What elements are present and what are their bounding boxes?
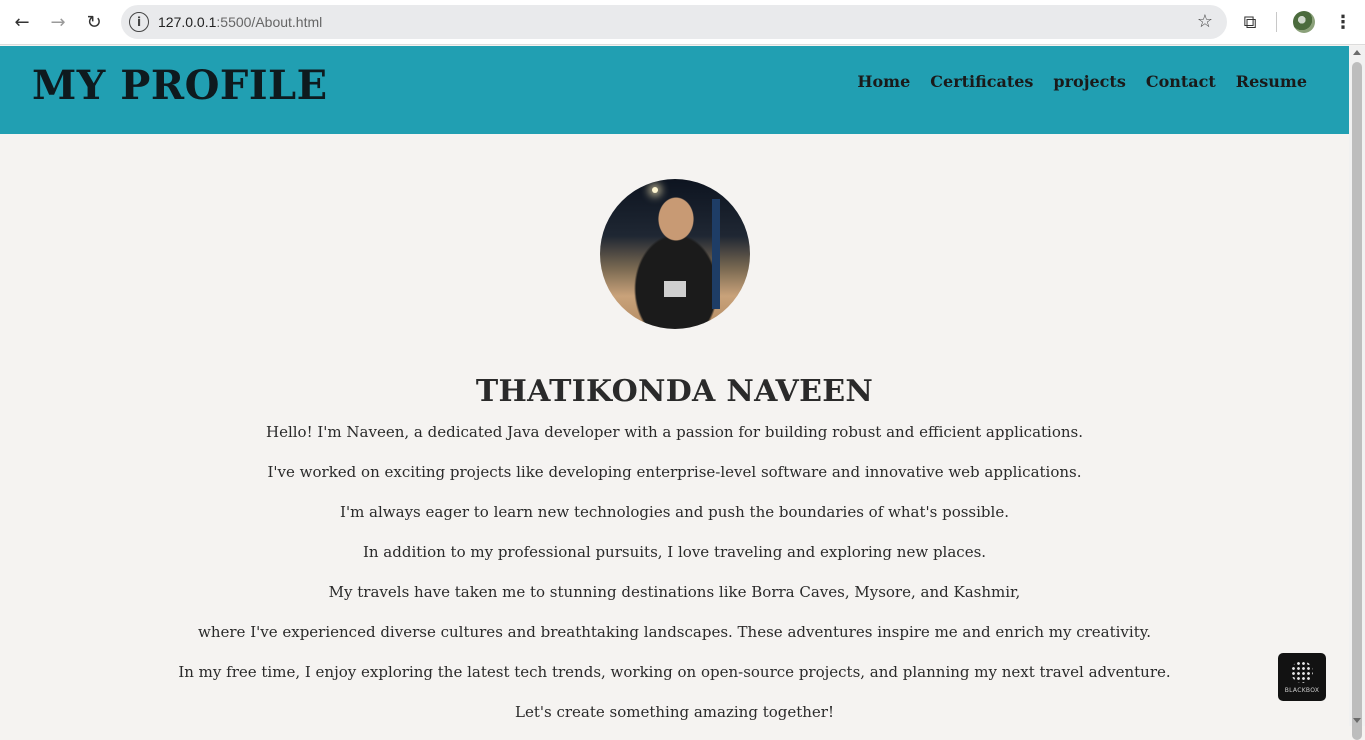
site-title: MY PROFILE bbox=[32, 62, 328, 109]
puzzle-icon[interactable]: ⧉ bbox=[1232, 4, 1268, 40]
scroll-thumb[interactable] bbox=[1352, 62, 1362, 740]
browser-profile-avatar[interactable] bbox=[1293, 11, 1315, 33]
reload-button[interactable]: ↻ bbox=[76, 4, 112, 40]
bio-paragraph: Let's create something amazing together! bbox=[514, 703, 834, 721]
info-icon[interactable]: i bbox=[129, 12, 149, 32]
bio-paragraph: where I've experienced diverse cultures … bbox=[198, 623, 1151, 641]
blackbox-label: BLACKBOX bbox=[1284, 686, 1320, 694]
arrow-right-icon: → bbox=[50, 11, 66, 33]
url-text[interactable]: 127.0.0.1:5500/About.html bbox=[158, 14, 322, 30]
main-nav: Home Certificates projects Contact Resum… bbox=[857, 72, 1307, 91]
bio-text: Hello! I'm Naveen, a dedicated Java deve… bbox=[0, 420, 1349, 740]
arrow-left-icon: ← bbox=[14, 11, 30, 33]
bio-paragraph: In my free time, I enjoy exploring the l… bbox=[178, 663, 1171, 681]
bio-paragraph: I'm always eager to learn new technologi… bbox=[340, 503, 1009, 521]
shirt-logo bbox=[664, 281, 686, 297]
page-scrollbar[interactable] bbox=[1349, 46, 1365, 740]
bio-paragraph: My travels have taken me to stunning des… bbox=[328, 583, 1021, 601]
blackbox-logo-icon bbox=[1291, 660, 1313, 683]
lamp-pole bbox=[712, 199, 720, 309]
about-section: THATIKONDA NAVEEN Hello! I'm Naveen, a d… bbox=[0, 134, 1349, 726]
kebab-menu-icon[interactable]: ⋮ bbox=[1333, 12, 1353, 33]
bio-paragraph: In addition to my professional pursuits,… bbox=[362, 543, 987, 561]
nav-link-contact[interactable]: Contact bbox=[1146, 72, 1216, 91]
url-host: 127.0.0.1 bbox=[158, 14, 217, 30]
nav-link-home[interactable]: Home bbox=[857, 72, 910, 91]
toolbar-divider bbox=[1276, 12, 1277, 32]
star-icon[interactable]: ☆ bbox=[1197, 11, 1213, 32]
blackbox-widget-button[interactable]: BLACKBOX bbox=[1278, 653, 1326, 701]
browser-toolbar: ← → ↻ i 127.0.0.1:5500/About.html ☆ ⧉ ⋮ bbox=[0, 0, 1365, 45]
address-bar[interactable]: i 127.0.0.1:5500/About.html ☆ bbox=[121, 5, 1227, 39]
scroll-up-arrow-icon[interactable] bbox=[1353, 50, 1361, 55]
nav-link-projects[interactable]: projects bbox=[1053, 72, 1125, 91]
bio-paragraph: Hello! I'm Naveen, a dedicated Java deve… bbox=[265, 423, 1083, 441]
reload-icon: ↻ bbox=[86, 11, 102, 33]
url-path: :5500/About.html bbox=[216, 14, 323, 30]
profile-name: THATIKONDA NAVEEN bbox=[475, 374, 874, 409]
nav-link-resume[interactable]: Resume bbox=[1236, 72, 1307, 91]
nav-link-certificates[interactable]: Certificates bbox=[930, 72, 1033, 91]
scroll-down-arrow-icon[interactable] bbox=[1353, 718, 1361, 723]
profile-photo bbox=[600, 179, 750, 329]
bio-paragraph: I've worked on exciting projects like de… bbox=[267, 463, 1082, 481]
street-lamp bbox=[652, 187, 658, 193]
back-button[interactable]: ← bbox=[4, 4, 40, 40]
forward-button[interactable]: → bbox=[40, 4, 76, 40]
site-header: MY PROFILE Home Certificates projects Co… bbox=[0, 46, 1349, 134]
